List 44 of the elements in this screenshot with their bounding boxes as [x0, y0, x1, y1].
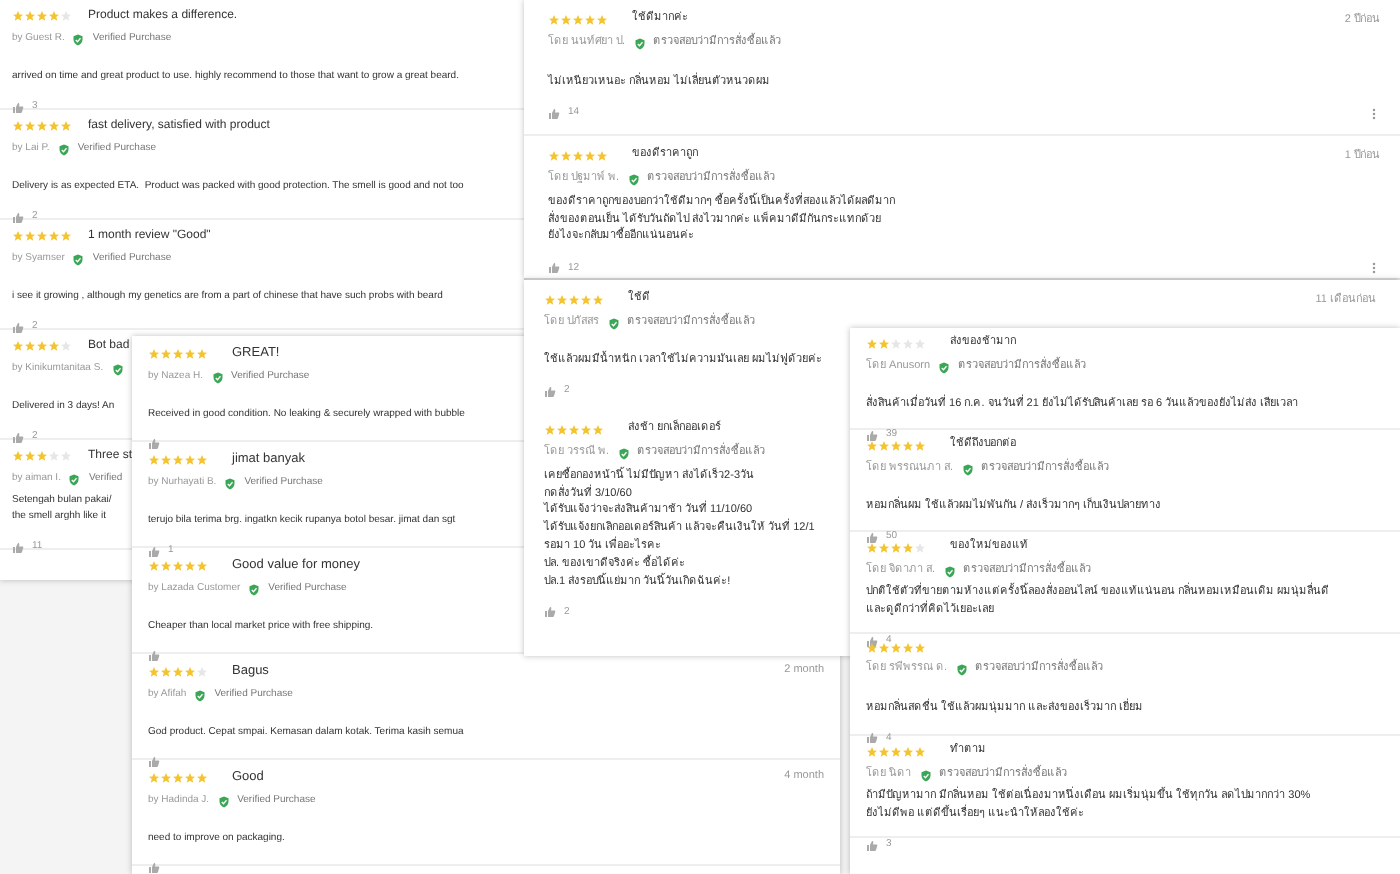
thumbs-up-icon	[12, 101, 24, 114]
shield-check-icon	[955, 663, 968, 676]
like-button[interactable]	[148, 438, 160, 451]
thumbs-up-icon	[544, 606, 556, 619]
thumbs-up-icon	[148, 756, 160, 769]
shield-check-icon	[938, 361, 951, 374]
more-icon[interactable]	[1368, 105, 1380, 122]
thumbs-up-icon	[148, 862, 160, 874]
thumbs-up-icon	[866, 531, 878, 544]
like-button[interactable]	[148, 650, 160, 663]
like-button[interactable]	[148, 756, 160, 769]
shield-check-icon	[248, 583, 261, 596]
shield-check-icon	[68, 473, 81, 486]
thumbs-up-icon	[866, 839, 878, 852]
shield-check-icon	[211, 371, 224, 384]
thumbs-up-icon	[544, 385, 556, 398]
like-button[interactable]	[148, 862, 160, 874]
thumbs-up-icon	[12, 321, 24, 334]
shield-check-icon	[607, 317, 620, 330]
thumbs-up-icon	[866, 732, 878, 745]
shield-check-icon	[217, 795, 230, 808]
thumbs-up-icon	[148, 438, 160, 451]
shield-check-icon	[617, 447, 630, 460]
shield-check-icon	[72, 253, 85, 266]
shield-check-icon	[919, 769, 932, 782]
thumbs-up-icon	[866, 429, 878, 442]
thumbs-up-icon	[548, 262, 560, 275]
thumbs-up-icon	[866, 635, 878, 648]
thumbs-up-icon	[548, 107, 560, 120]
shield-check-icon	[72, 33, 85, 46]
shield-check-icon	[627, 174, 640, 187]
shield-check-icon	[111, 363, 124, 376]
shield-check-icon	[57, 143, 70, 156]
shield-check-icon	[633, 38, 646, 51]
thumbs-up-icon	[12, 431, 24, 444]
thumbs-up-icon	[12, 211, 24, 224]
shield-check-icon	[943, 565, 956, 578]
shield-check-icon	[961, 463, 974, 476]
thumbs-up-icon	[148, 545, 160, 558]
shield-check-icon	[194, 689, 207, 702]
more-icon[interactable]	[1368, 260, 1380, 277]
thumbs-up-icon	[148, 650, 160, 663]
thumbs-up-icon	[12, 541, 24, 554]
shield-check-icon	[224, 477, 237, 490]
